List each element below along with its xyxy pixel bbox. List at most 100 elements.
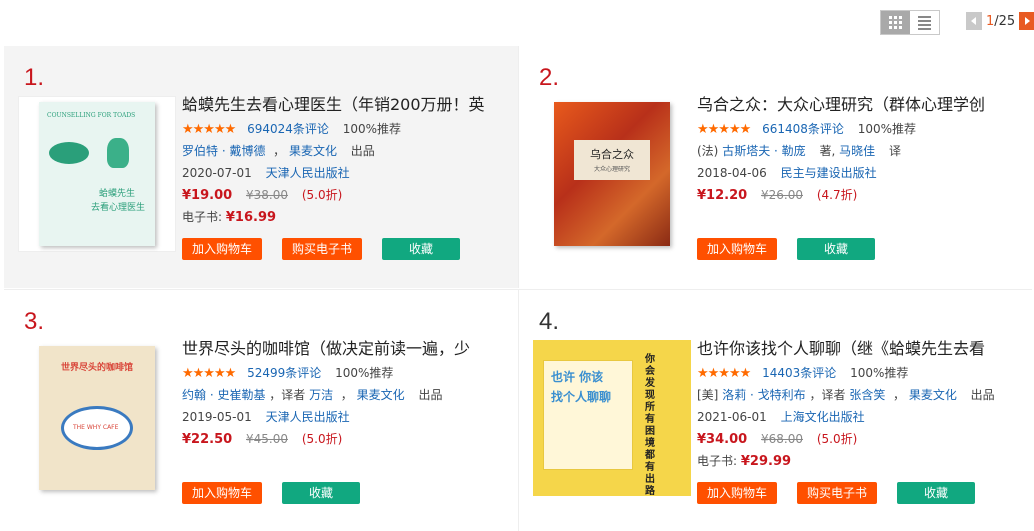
add-to-cart-button[interactable]: 加入购物车 — [697, 238, 778, 260]
author-prefix: (法) — [697, 144, 719, 158]
translator-prefix: ，译者 — [809, 388, 846, 402]
translator-suffix: 译 — [888, 144, 901, 158]
book-info: 乌合之众：大众心理研究（群体心理学创 ★★★★★ 661408条评论 100%推… — [697, 94, 1027, 206]
next-page-button[interactable] — [1019, 12, 1034, 30]
press-link[interactable]: 上海文化出版社 — [781, 410, 865, 424]
discount: (4.7折) — [816, 188, 858, 202]
publish-date: 2019-05-01 — [182, 410, 252, 424]
brand-suffix: 出品 — [418, 388, 443, 402]
book-title[interactable]: 也许你该找个人聊聊（继《蛤蟆先生去看 — [697, 338, 1027, 362]
discount: (5.0折) — [816, 432, 858, 446]
press-link[interactable]: 民主与建设出版社 — [781, 166, 877, 180]
author-suffix: 著, — [819, 144, 836, 158]
brand-suffix: 出品 — [350, 144, 375, 158]
press-link[interactable]: 天津人民出版社 — [266, 410, 350, 424]
book-card: 4. 也许 你该 找个人聊聊 你会发现所有困境都有出路 也许你该找个人聊聊（继《… — [518, 289, 1032, 531]
favorite-button[interactable]: 收藏 — [282, 482, 361, 504]
cover-side-text: 你会发现所有困境都有出路 — [645, 354, 655, 497]
buy-ebook-button[interactable]: 购买电子书 — [797, 482, 878, 504]
review-count-link[interactable]: 52499条评论 — [247, 366, 321, 380]
author-link[interactable]: 约翰 · 史崔勒基 — [182, 388, 265, 402]
grid-icon — [889, 16, 902, 29]
rating-stars: ★★★★★ — [182, 366, 236, 381]
cover-title-line1: 乌合之众 — [590, 148, 634, 161]
grid-view-button[interactable] — [881, 11, 910, 34]
translator-link[interactable]: 马晓佳 — [839, 144, 875, 158]
rating-stars: ★★★★★ — [182, 122, 236, 137]
favorite-button[interactable]: 收藏 — [797, 238, 876, 260]
publisher-brand-link[interactable]: 果麦文化 — [357, 388, 405, 402]
buy-ebook-button[interactable]: 购买电子书 — [282, 238, 363, 260]
current-page: 1 — [986, 13, 995, 29]
book-info: 蛤蟆先生去看心理医生（年销200万册！英 ★★★★★ 694024条评论 100… — [182, 94, 512, 228]
author-prefix: [美] — [697, 388, 719, 402]
ebook-label: 电子书: — [697, 454, 738, 468]
book-card: 3. 世界尽头的咖啡馆 THE WHY CAFE 世界尽头的咖啡馆（做决定前读一… — [4, 289, 518, 531]
publish-date: 2020-07-01 — [182, 166, 252, 180]
rank-number: 4. — [539, 308, 560, 335]
cover-en-title: COUNSELLING FOR TOADS — [47, 112, 136, 119]
sale-price: ¥22.50 — [182, 432, 233, 447]
pagination: 1 /25 — [966, 12, 1034, 30]
cover-title-line1: 也许 你该 — [551, 370, 604, 384]
publish-date: 2021-06-01 — [697, 410, 767, 424]
frog-illustration — [107, 138, 129, 168]
review-count-link[interactable]: 14403条评论 — [762, 366, 836, 380]
original-price: ¥26.00 — [761, 188, 803, 202]
review-count-link[interactable]: 694024条评论 — [247, 122, 329, 136]
cover-title-line2: 大众心理研究 — [593, 166, 630, 173]
discount: (5.0折) — [301, 432, 343, 446]
book-cover[interactable]: 也许 你该 找个人聊聊 你会发现所有困境都有出路 — [533, 340, 691, 497]
rating-stars: ★★★★★ — [697, 366, 751, 381]
add-to-cart-button[interactable]: 加入购物车 — [697, 482, 778, 504]
book-card: 1. COUNSELLING FOR TOADS 蛤蟆先生 去看心理医生 蛤蟆先… — [4, 46, 518, 288]
publisher-brand-link[interactable]: 果麦文化 — [289, 144, 337, 158]
ebook-price: ¥29.99 — [740, 454, 792, 469]
original-price: ¥38.00 — [246, 188, 288, 202]
book-cover[interactable]: 世界尽头的咖啡馆 THE WHY CAFE — [18, 340, 176, 496]
original-price: ¥45.00 — [246, 432, 288, 446]
book-title[interactable]: 世界尽头的咖啡馆（做决定前读一遍，少 — [182, 338, 512, 362]
sale-price: ¥19.00 — [182, 188, 233, 203]
book-info: 也许你该找个人聊聊（继《蛤蟆先生去看 ★★★★★ 14403条评论 100%推荐… — [697, 338, 1027, 472]
publish-date: 2018-04-06 — [697, 166, 767, 180]
publisher-brand-link[interactable]: 果麦文化 — [909, 388, 957, 402]
sale-price: ¥12.20 — [697, 188, 748, 203]
author-link[interactable]: 古斯塔夫 · 勒庞 — [722, 144, 805, 158]
translator-link[interactable]: 张含笑 — [849, 388, 885, 402]
prev-page-button[interactable] — [966, 12, 982, 30]
favorite-button[interactable]: 收藏 — [382, 238, 461, 260]
rank-number: 1. — [24, 64, 45, 91]
add-to-cart-button[interactable]: 加入购物车 — [182, 238, 263, 260]
favorite-button[interactable]: 收藏 — [897, 482, 976, 504]
ebook-label: 电子书: — [182, 210, 223, 224]
book-cover[interactable]: 乌合之众 大众心理研究 — [533, 96, 691, 252]
rating-stars: ★★★★★ — [697, 122, 751, 137]
recommend-rate: 100%推荐 — [335, 366, 394, 380]
cover-title-line2: THE WHY CAFE — [73, 424, 119, 431]
recommend-rate: 100%推荐 — [342, 122, 402, 136]
sale-price: ¥34.00 — [697, 432, 748, 447]
cover-title-box: 乌合之众 大众心理研究 — [574, 140, 650, 180]
discount: (5.0折) — [301, 188, 343, 202]
book-cover[interactable]: COUNSELLING FOR TOADS 蛤蟆先生 去看心理医生 — [18, 96, 176, 252]
book-title[interactable]: 蛤蟆先生去看心理医生（年销200万册！英 — [182, 94, 512, 118]
recommend-rate: 100%推荐 — [850, 366, 909, 380]
translator-link[interactable]: 万洁 — [309, 388, 333, 402]
rank-number: 2. — [539, 64, 560, 91]
recommend-rate: 100%推荐 — [857, 122, 917, 136]
cover-title-line2: 找个人聊聊 — [551, 390, 612, 404]
cover-title-line2: 去看心理医生 — [91, 203, 146, 213]
list-view-button[interactable] — [910, 11, 939, 34]
author-link[interactable]: 罗伯特 · 戴博德 — [182, 144, 265, 158]
author-link[interactable]: 洛莉 · 戈特利布 — [722, 388, 805, 402]
ebook-price: ¥16.99 — [225, 210, 277, 225]
toolbar: 1 /25 — [0, 0, 1034, 44]
original-price: ¥68.00 — [761, 432, 803, 446]
rank-number: 3. — [24, 308, 45, 335]
add-to-cart-button[interactable]: 加入购物车 — [182, 482, 263, 504]
press-link[interactable]: 天津人民出版社 — [266, 166, 350, 180]
book-title[interactable]: 乌合之众：大众心理研究（群体心理学创 — [697, 94, 1027, 118]
review-count-link[interactable]: 661408条评论 — [762, 122, 844, 136]
page-indicator: 1 /25 — [986, 14, 1015, 29]
